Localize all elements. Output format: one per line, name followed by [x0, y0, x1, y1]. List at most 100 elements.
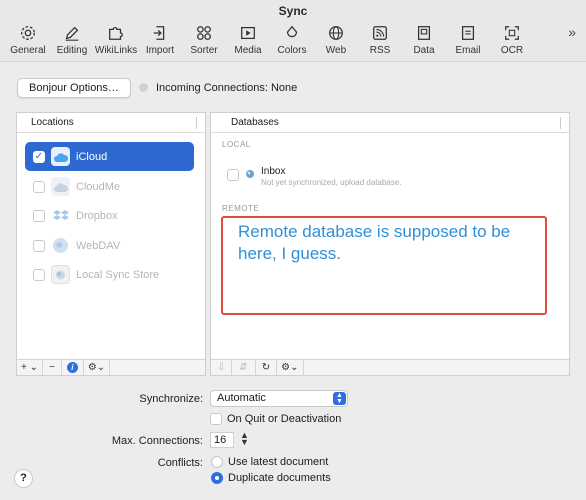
radio-use-latest[interactable] — [211, 456, 223, 468]
radio-duplicate[interactable] — [211, 472, 223, 484]
conflict-option-duplicate[interactable]: Duplicate documents — [211, 472, 331, 484]
toolbar-web-label: Web — [325, 45, 347, 56]
location-item-local-sync-store[interactable]: Local Sync Store — [25, 260, 194, 289]
toolbar-wikilinks[interactable]: WikiLinks — [94, 20, 138, 60]
bonjour-options-button[interactable]: Bonjour Options… — [17, 78, 131, 98]
sorter-icon — [197, 26, 211, 40]
sync-database-button[interactable]: ⇵ — [232, 359, 256, 376]
header-divider — [560, 117, 561, 129]
database-action-menu[interactable]: ⚙⌄ — [277, 359, 304, 376]
toolbar-general-label: General — [10, 45, 46, 56]
toolbar: General Editing WikiLinks Import Sorter … — [6, 20, 534, 60]
toolbar-colors[interactable]: Colors — [270, 20, 314, 60]
toolbar-sorter-label: Sorter — [190, 45, 218, 56]
toolbar-ocr[interactable]: OCR — [490, 20, 534, 60]
toolbar-editing[interactable]: Editing — [50, 20, 94, 60]
databases-footer: ⇩ ⇵ ↻ ⚙⌄ — [211, 359, 569, 376]
import-icon — [153, 26, 165, 40]
max-connections-field[interactable]: 16 — [210, 432, 234, 448]
location-label-cloudme: CloudMe — [76, 180, 121, 193]
synchronize-value: Automatic — [217, 392, 266, 404]
film-icon — [241, 26, 255, 40]
synchronize-label: Synchronize: — [139, 393, 203, 405]
location-checkbox-icloud[interactable]: ✓ — [33, 150, 45, 163]
location-item-icloud[interactable]: ✓ iCloud — [25, 142, 194, 171]
location-label-icloud: iCloud — [76, 150, 108, 163]
location-item-dropbox[interactable]: Dropbox — [25, 201, 194, 230]
conflicts-label: Conflicts: — [157, 457, 203, 469]
toolbar-email-label: Email — [455, 45, 481, 56]
info-button[interactable]: i — [62, 359, 84, 376]
databases-header-label: Databases — [231, 117, 279, 128]
add-location-button[interactable]: + ⌄ — [17, 359, 43, 376]
locations-footer: + ⌄ − i ⚙⌄ — [17, 359, 205, 376]
remote-section-label: REMOTE — [222, 204, 260, 213]
remove-location-button[interactable]: − — [43, 359, 62, 376]
database-row-inbox[interactable]: Inbox Not yet synchronized, upload datab… — [227, 166, 402, 187]
location-label-webdav: WebDAV — [76, 239, 121, 252]
location-checkbox-cloudme[interactable] — [33, 180, 45, 193]
toolbar-overflow-button[interactable]: » — [568, 24, 576, 40]
database-subtitle-inbox: Not yet synchronized, upload database. — [261, 178, 402, 187]
location-label-dropbox: Dropbox — [76, 209, 118, 222]
toolbar-ocr-label: OCR — [500, 45, 524, 56]
data-icon — [417, 26, 431, 40]
toolbar-rss[interactable]: RSS — [358, 20, 402, 60]
toolbar-media-label: Media — [234, 45, 262, 56]
ocr-icon — [505, 26, 519, 40]
gear-icon — [21, 26, 35, 40]
puzzle-icon — [109, 26, 123, 40]
toolbar-import[interactable]: Import — [138, 20, 182, 60]
radio-label-duplicate: Duplicate documents — [228, 472, 331, 484]
incoming-status-indicator — [139, 83, 148, 92]
envelope-icon — [461, 26, 475, 40]
location-action-menu[interactable]: ⚙⌄ — [84, 359, 111, 376]
on-quit-checkbox[interactable] — [210, 413, 222, 425]
webdav-icon — [51, 236, 70, 255]
location-label-local-sync-store: Local Sync Store — [76, 268, 160, 281]
toolbar-sorter[interactable]: Sorter — [182, 20, 226, 60]
database-checkbox-inbox[interactable] — [227, 169, 239, 181]
annotation-box: Remote database is supposed to be here, … — [221, 216, 547, 315]
location-checkbox-dropbox[interactable] — [33, 209, 45, 222]
toolbar-media[interactable]: Media — [226, 20, 270, 60]
radio-label-use-latest: Use latest document — [228, 456, 329, 468]
info-icon: i — [66, 362, 78, 373]
toolbar-wikilinks-label: WikiLinks — [94, 45, 138, 56]
rss-icon — [373, 26, 387, 40]
max-connections-stepper[interactable]: ▲ ▼ — [240, 431, 249, 447]
toolbar-data[interactable]: Data — [402, 20, 446, 60]
incoming-connections-label: Incoming Connections: None — [156, 82, 298, 94]
location-item-webdav[interactable]: WebDAV — [25, 231, 194, 260]
max-connections-label: Max. Connections: — [111, 435, 203, 447]
popup-arrows-icon: ▲ ▼ — [333, 392, 346, 405]
download-database-button[interactable]: ⇩ — [211, 359, 233, 376]
database-icon — [245, 169, 255, 179]
location-checkbox-local-sync-store[interactable] — [33, 268, 45, 281]
synchronize-popup[interactable]: Automatic ▲ ▼ — [210, 390, 348, 407]
globe-icon — [329, 26, 343, 40]
dropbox-icon — [51, 206, 70, 225]
location-item-cloudme[interactable]: CloudMe — [25, 172, 194, 201]
cloudme-icon — [51, 177, 70, 196]
conflict-option-latest[interactable]: Use latest document — [211, 456, 328, 468]
toolbar-rss-label: RSS — [369, 45, 391, 56]
location-checkbox-webdav[interactable] — [33, 239, 45, 252]
icloud-icon — [51, 147, 70, 166]
toolbar-editing-label: Editing — [56, 45, 88, 56]
toolbar-general[interactable]: General — [6, 20, 50, 60]
toolbar-email[interactable]: Email — [446, 20, 490, 60]
toolbar-web[interactable]: Web — [314, 20, 358, 60]
titlebar: Sync General Editing WikiLinks Import So… — [0, 0, 586, 62]
header-divider — [196, 117, 197, 129]
toolbar-colors-label: Colors — [277, 45, 307, 56]
on-quit-label: On Quit or Deactivation — [227, 413, 342, 425]
on-quit-row[interactable]: On Quit or Deactivation — [210, 413, 341, 425]
locations-panel: Locations ✓ iCloud CloudMe Dropbox WebDA… — [16, 112, 206, 376]
paint-icon — [286, 25, 298, 38]
sync-preferences-window: Sync General Editing WikiLinks Import So… — [0, 0, 586, 500]
toolbar-data-label: Data — [413, 45, 435, 56]
refresh-button[interactable]: ↻ — [256, 359, 278, 376]
pen-icon — [65, 26, 79, 41]
help-button[interactable]: ? — [14, 469, 33, 488]
